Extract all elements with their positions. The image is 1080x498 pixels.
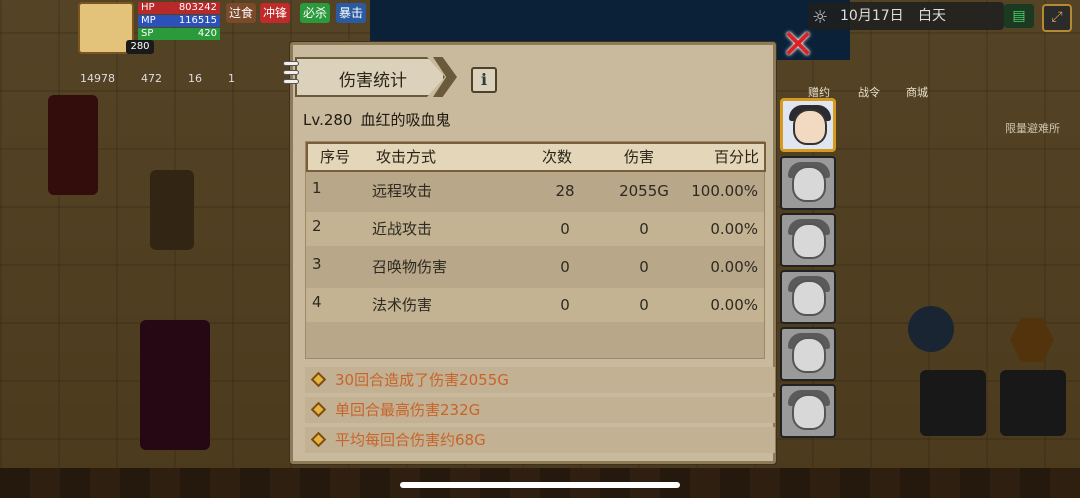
row-count: 28 xyxy=(555,182,575,200)
table-row: 4 法术伤害 0 0 0.00% xyxy=(306,288,764,322)
ring-binder-icon xyxy=(283,61,301,95)
row-attack-type: 召唤物伤害 xyxy=(372,258,448,276)
info-icon[interactable]: i xyxy=(471,67,497,93)
sp-label: SP xyxy=(141,28,154,39)
table-row: 1 远程攻击 28 2055G 100.00% xyxy=(306,174,764,208)
summary-line: 30回合造成了伤害2055G xyxy=(305,367,775,393)
header-damage: 伤害 xyxy=(624,148,655,166)
resource-row: 14978 472 16 1 xyxy=(80,72,235,85)
row-percent: 0.00% xyxy=(710,258,758,276)
monster-name: 血红的吸血鬼 xyxy=(360,111,451,129)
summary-average-damage: 平均每回合伤害约68G xyxy=(335,431,486,449)
row-damage: 0 xyxy=(639,258,649,276)
row-attack-type: 法术伤害 xyxy=(372,296,433,314)
character-portrait xyxy=(792,280,826,316)
resource-value: 14978 xyxy=(80,72,115,85)
header-index: 序号 xyxy=(320,148,351,166)
close-icon[interactable]: ✕ xyxy=(778,25,818,66)
row-count: 0 xyxy=(560,296,570,314)
character-tab-5[interactable] xyxy=(780,327,836,381)
character-tab-4[interactable] xyxy=(780,270,836,324)
hp-label: HP xyxy=(141,2,155,13)
damage-stats-dialog: 伤害统计 i Lv.280 血红的吸血鬼 序号 攻击方式 次数 伤害 百分比 1 … xyxy=(283,42,776,464)
home-indicator[interactable] xyxy=(400,482,680,488)
time-of-day: 白天 xyxy=(918,8,946,24)
character-portrait xyxy=(792,394,826,430)
row-percent: 100.00% xyxy=(691,182,758,200)
diamond-bullet-icon xyxy=(310,401,327,418)
hp-value: 803242 xyxy=(178,2,217,13)
row-index: 2 xyxy=(312,217,322,235)
status-tag-overeat: 过食 xyxy=(226,3,257,23)
character-tab-1[interactable] xyxy=(780,98,836,152)
table-row: 2 近战攻击 0 0 0.00% xyxy=(306,212,764,246)
dialog-title-banner: 伤害统计 xyxy=(295,57,445,97)
dialog-title: 伤害统计 xyxy=(339,71,407,91)
table-row: 3 召唤物伤害 0 0 0.00% xyxy=(306,250,764,284)
summary-total-damage: 30回合造成了伤害2055G xyxy=(335,371,509,389)
header-percent: 百分比 xyxy=(714,148,760,166)
date-display: ☼ 10月17日 白天 xyxy=(808,2,1004,30)
status-tag-charge: 冲锋 xyxy=(260,3,291,23)
character-tab-3[interactable] xyxy=(780,213,836,267)
mp-bar: MP 116515 xyxy=(138,15,220,27)
status-tag-crit-kill: 必杀 xyxy=(300,3,331,23)
row-count: 0 xyxy=(560,258,570,276)
network-icon: ▤ xyxy=(1004,4,1034,28)
mp-value: 116515 xyxy=(178,15,217,26)
row-index: 4 xyxy=(312,293,322,311)
character-portrait xyxy=(792,223,826,259)
table-header: 序号 攻击方式 次数 伤害 百分比 xyxy=(306,142,766,172)
diamond-bullet-icon xyxy=(310,371,327,388)
row-damage: 0 xyxy=(639,220,649,238)
sp-value: 420 xyxy=(197,28,217,39)
diamond-bullet-icon xyxy=(310,431,327,448)
character-portrait xyxy=(792,337,826,373)
summary-line: 平均每回合伤害约68G xyxy=(305,427,775,453)
row-attack-type: 远程攻击 xyxy=(372,182,433,200)
status-tag-crit: 暴击 xyxy=(336,3,367,23)
header-count: 次数 xyxy=(542,148,573,166)
hp-bar: HP 803242 xyxy=(138,2,220,14)
row-attack-type: 近战攻击 xyxy=(372,220,433,238)
player-level: 280 xyxy=(126,40,154,54)
menu-label-shop[interactable]: 商城 xyxy=(906,84,928,100)
summary-max-round-damage: 单回合最高伤害232G xyxy=(335,401,481,419)
fullscreen-icon[interactable]: ⤢ xyxy=(1042,4,1072,32)
date-text: 10月17日 xyxy=(840,8,904,24)
resource-value: 1 xyxy=(228,72,235,85)
monster-info: Lv.280 血红的吸血鬼 xyxy=(303,109,450,130)
mp-label: MP xyxy=(141,15,156,26)
menu-label-battlepass[interactable]: 战令 xyxy=(858,84,880,100)
row-percent: 0.00% xyxy=(710,296,758,314)
character-tab-2[interactable] xyxy=(780,156,836,210)
row-count: 0 xyxy=(560,220,570,238)
resource-value: 16 xyxy=(188,72,202,85)
sp-bar: SP 420 xyxy=(138,28,220,40)
monster-level: Lv.280 xyxy=(303,111,353,129)
damage-table: 序号 攻击方式 次数 伤害 百分比 1 远程攻击 28 2055G 100.00… xyxy=(305,141,766,359)
row-index: 3 xyxy=(312,255,322,273)
header-attack-type: 攻击方式 xyxy=(376,148,437,166)
shelter-label[interactable]: 限量避难所 xyxy=(1005,120,1060,136)
character-portrait xyxy=(793,109,827,145)
character-tab-6[interactable] xyxy=(780,384,836,438)
summary-line: 单回合最高伤害232G xyxy=(305,397,775,423)
row-damage: 2055G xyxy=(619,182,669,200)
row-percent: 0.00% xyxy=(710,220,758,238)
resource-value: 472 xyxy=(141,72,162,85)
row-damage: 0 xyxy=(639,296,649,314)
row-index: 1 xyxy=(312,179,322,197)
character-portrait xyxy=(792,166,826,202)
